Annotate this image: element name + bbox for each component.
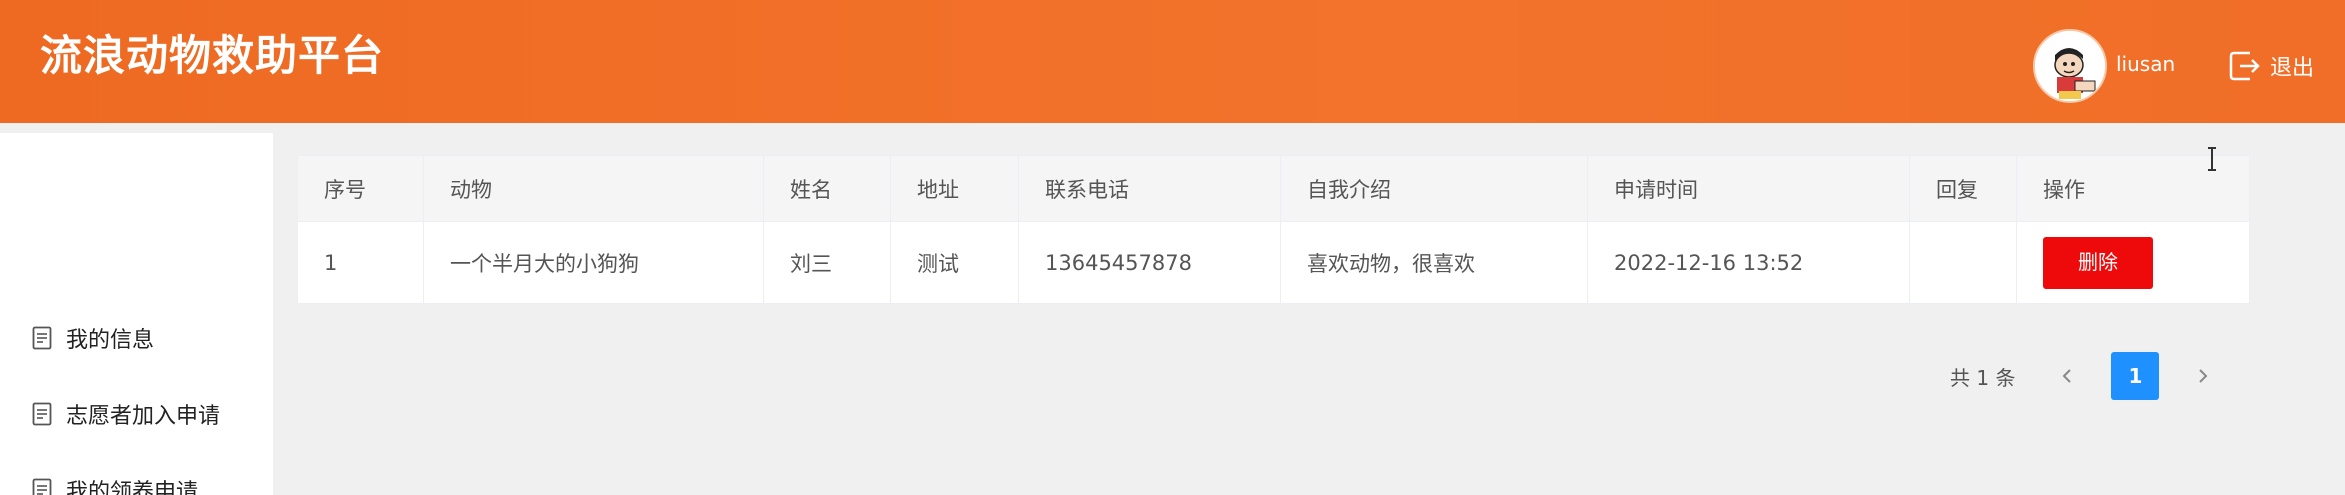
logout-button[interactable]: 退出 <box>2226 46 2314 86</box>
app-title: 流浪动物救助平台 <box>40 31 385 80</box>
column-header-name: 姓名 <box>763 155 891 222</box>
avatar[interactable] <box>2033 29 2107 103</box>
column-header-time: 申请时间 <box>1587 155 1910 222</box>
cell-reply <box>1909 221 2017 304</box>
cell-name: 刘三 <box>763 221 891 304</box>
application-table: 序号 动物 姓名 地址 联系电话 自我介绍 申请时间 回复 操作 1 一个半月大… <box>297 155 2250 304</box>
column-header-index: 序号 <box>297 155 424 222</box>
logout-icon <box>2229 51 2260 81</box>
avatar-image-icon <box>2035 31 2105 101</box>
column-header-animal: 动物 <box>423 155 764 222</box>
column-header-reply: 回复 <box>1909 155 2017 222</box>
column-header-intro: 自我介绍 <box>1280 155 1588 222</box>
cell-time: 2022-12-16 13:52 <box>1587 221 1910 304</box>
document-icon <box>32 402 52 426</box>
pagination: 共 1 条 1 <box>1950 352 2247 400</box>
chevron-left-icon <box>2063 369 2072 383</box>
sidebar-item-my-info[interactable]: 我的信息 <box>32 318 154 358</box>
page-number-button[interactable]: 1 <box>2111 352 2160 400</box>
cell-address: 测试 <box>890 221 1019 304</box>
prev-page-button[interactable] <box>2043 352 2092 400</box>
sidebar-item-label: 我的领养申请 <box>66 480 199 495</box>
cell-animal: 一个半月大的小狗狗 <box>423 221 764 304</box>
sidebar-item-label: 志愿者加入申请 <box>66 404 221 429</box>
sidebar-item-my-adoption-application[interactable]: 我的领养申请 <box>32 470 198 495</box>
cell-action: 删除 <box>2016 221 2250 304</box>
document-icon <box>32 326 52 350</box>
table-row: 1 一个半月大的小狗狗 刘三 测试 13645457878 喜欢动物，很喜欢 2… <box>297 221 2250 304</box>
text-cursor-icon <box>2208 147 2216 171</box>
cell-intro: 喜欢动物，很喜欢 <box>1280 221 1588 304</box>
column-header-phone: 联系电话 <box>1018 155 1281 222</box>
sidebar-item-volunteer-application[interactable]: 志愿者加入申请 <box>32 394 220 434</box>
sidebar: 我的信息 志愿者加入申请 我的领养申请 <box>0 133 273 495</box>
table-header-row: 序号 动物 姓名 地址 联系电话 自我介绍 申请时间 回复 操作 <box>297 155 2250 222</box>
top-header: 流浪动物救助平台 liusan 退出 <box>0 0 2345 123</box>
sidebar-item-label: 我的信息 <box>66 328 155 353</box>
pagination-total: 共 1 条 <box>1950 365 2016 390</box>
chevron-right-icon <box>2199 369 2208 383</box>
next-page-button[interactable] <box>2179 352 2228 400</box>
document-icon <box>32 478 52 495</box>
logout-label: 退出 <box>2270 56 2315 81</box>
column-header-address: 地址 <box>890 155 1019 222</box>
delete-button[interactable]: 删除 <box>2043 236 2153 289</box>
username: liusan <box>2116 52 2176 76</box>
cell-index: 1 <box>297 221 424 304</box>
cell-phone: 13645457878 <box>1018 221 1281 304</box>
